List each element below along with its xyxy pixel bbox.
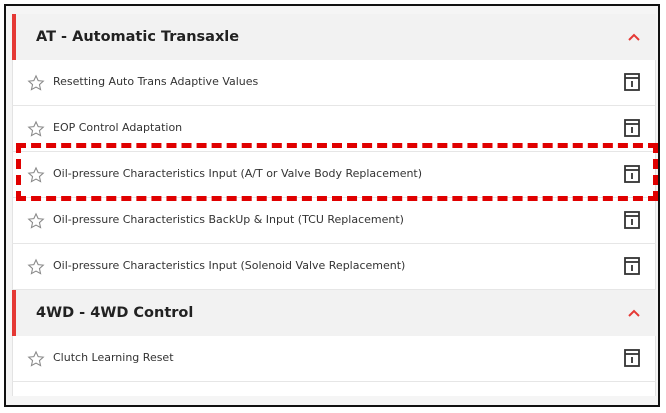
document-icon[interactable]	[623, 348, 641, 368]
list-item[interactable]: Oil-pressure Characteristics BackUp & In…	[12, 198, 656, 244]
list-item[interactable]: Resetting Auto Trans Adaptive Values	[12, 60, 656, 106]
section-title: 4WD - 4WD Control	[36, 305, 194, 321]
list-item[interactable]: EOP Control Adaptation	[12, 106, 656, 152]
star-outline-icon[interactable]	[27, 212, 45, 230]
item-label: Clutch Learning Reset	[53, 351, 174, 364]
document-icon[interactable]	[623, 72, 641, 92]
document-icon[interactable]	[623, 256, 641, 276]
star-outline-icon[interactable]	[27, 258, 45, 276]
item-label: Oil-pressure Characteristics Input (A/T …	[53, 167, 423, 180]
section-header-4wd[interactable]: 4WD - 4WD Control	[12, 290, 656, 336]
list-item-highlighted[interactable]: Oil-pressure Characteristics Input (A/T …	[12, 152, 656, 198]
section-title: AT - Automatic Transaxle	[36, 29, 240, 45]
procedures-panel: AT - Automatic Transaxle Resetting Auto …	[12, 14, 656, 396]
document-icon[interactable]	[623, 118, 641, 138]
star-outline-icon[interactable]	[27, 74, 45, 92]
section-header-at[interactable]: AT - Automatic Transaxle	[12, 14, 656, 60]
item-label: Oil-pressure Characteristics Input (Sole…	[53, 259, 406, 272]
item-label: Oil-pressure Characteristics BackUp & In…	[53, 213, 404, 226]
item-label: Resetting Auto Trans Adaptive Values	[53, 75, 259, 88]
chevron-up-icon[interactable]	[626, 306, 642, 320]
document-icon[interactable]	[623, 164, 641, 184]
screenshot-frame: AT - Automatic Transaxle Resetting Auto …	[4, 4, 660, 407]
chevron-up-icon[interactable]	[626, 30, 642, 44]
star-outline-icon[interactable]	[27, 166, 45, 184]
star-outline-icon[interactable]	[27, 350, 45, 368]
item-label: EOP Control Adaptation	[53, 121, 183, 134]
list-item[interactable]: Clutch Learning Reset	[12, 336, 656, 382]
list-item-partial	[12, 382, 656, 396]
star-outline-icon[interactable]	[27, 120, 45, 138]
list-item[interactable]: Oil-pressure Characteristics Input (Sole…	[12, 244, 656, 290]
document-icon[interactable]	[623, 210, 641, 230]
